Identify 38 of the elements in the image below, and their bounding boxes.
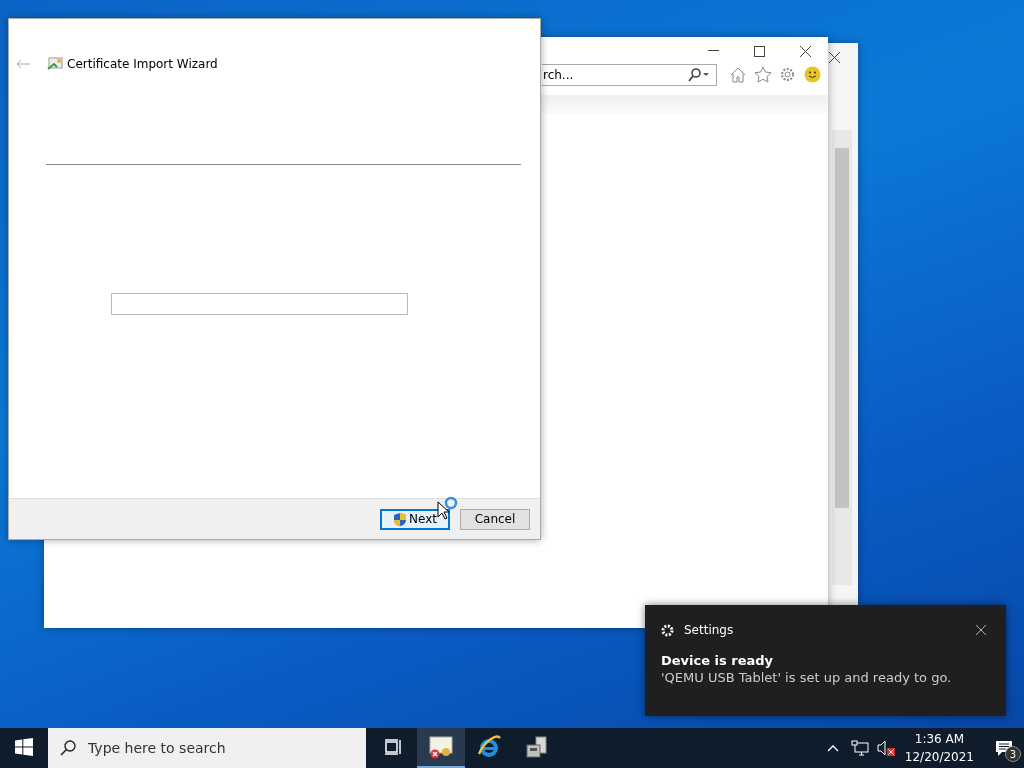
cancel-button[interactable]: Cancel xyxy=(460,508,530,530)
close-icon xyxy=(829,52,840,63)
search-icon xyxy=(60,740,76,756)
certificate-icon xyxy=(47,56,63,72)
minimize-icon xyxy=(708,50,719,52)
task-view-icon xyxy=(384,739,402,755)
shield-icon xyxy=(393,511,407,527)
back-arrow-icon xyxy=(16,59,30,69)
next-button[interactable]: Next xyxy=(380,508,450,530)
search-field[interactable]: rch... xyxy=(542,64,717,86)
notification-title: Device is ready xyxy=(661,653,775,668)
smiley-icon xyxy=(804,66,821,83)
settings-icon xyxy=(779,66,796,83)
app-name: Settings xyxy=(684,623,734,637)
notification-message: 'QEMU USB Tablet' is set up and ready to go. xyxy=(661,670,953,685)
home-icon xyxy=(730,67,746,83)
notification-count: 3 xyxy=(1005,746,1021,762)
star-icon xyxy=(754,66,772,83)
volume-muted-icon[interactable] xyxy=(876,740,895,756)
search-icon xyxy=(688,68,710,82)
search-field[interactable]: Type here to search xyxy=(48,728,366,768)
certificate-icon xyxy=(428,734,454,760)
network-icon[interactable] xyxy=(850,740,869,756)
close-icon xyxy=(800,46,811,57)
close-icon[interactable] xyxy=(976,625,986,635)
maximize-icon xyxy=(754,46,765,57)
windows-logo-icon xyxy=(15,738,33,756)
taskbar-app[interactable] xyxy=(417,728,465,768)
action-center-button[interactable]: 3 xyxy=(984,728,1024,768)
setup-icon xyxy=(524,734,550,760)
chevron-up-icon[interactable] xyxy=(826,744,839,752)
browser-icon xyxy=(476,734,502,760)
input-field[interactable] xyxy=(111,293,408,315)
scrollbar[interactable] xyxy=(832,130,852,585)
clock[interactable]: 1:36 AM 12/20/2021 xyxy=(894,730,984,766)
wizard-title: Certificate Import Wizard xyxy=(67,57,218,71)
busy-cursor-icon xyxy=(436,496,458,522)
gear-icon xyxy=(661,623,674,637)
